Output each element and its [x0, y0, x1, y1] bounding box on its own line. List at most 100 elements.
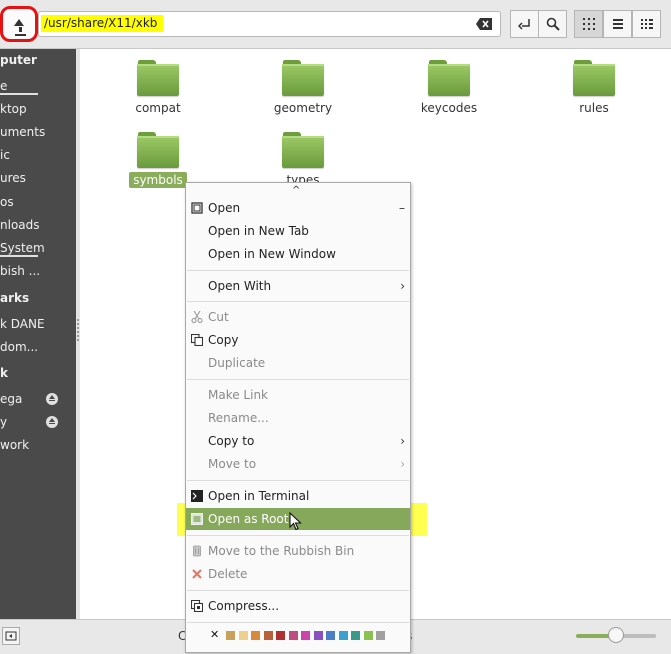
menu-item-label: Open as Root [208, 512, 289, 526]
folder-item[interactable]: compat [118, 60, 198, 116]
folder-icon [282, 132, 324, 168]
menu-item-label: Delete [208, 567, 248, 581]
folder-label: keycodes [420, 101, 478, 115]
menu-item-open-in-terminal[interactable]: Open in Terminal [186, 485, 410, 507]
emblem-color-swatch[interactable] [326, 631, 335, 640]
menu-item-open-new-tab[interactable]: Open in New Tab [186, 220, 410, 242]
list-view-button[interactable] [603, 10, 632, 38]
toggle-sidebar-button[interactable] [2, 627, 20, 645]
sidebar-item-music[interactable]: ic [0, 148, 10, 162]
go-up-button[interactable] [0, 6, 38, 42]
menu-item-copy-to[interactable]: Copy to › [186, 430, 410, 452]
sidebar-item-volume[interactable]: y [0, 415, 7, 429]
folder-item[interactable]: rules [554, 60, 634, 116]
menu-item-cut[interactable]: Cut [186, 306, 410, 328]
toggle-location-button[interactable] [510, 10, 539, 38]
sidebar-item-desktop[interactable]: ktop [0, 102, 27, 116]
emblem-color-swatch[interactable] [226, 631, 235, 640]
emblem-color-swatch[interactable] [251, 631, 260, 640]
sidebar-item-network[interactable]: work [0, 438, 29, 452]
open-icon [191, 202, 203, 214]
menu-item-shortcut: – [399, 201, 405, 215]
menu-item-open-new-window[interactable]: Open in New Window [186, 243, 410, 265]
menu-item-label: Rename... [208, 411, 269, 425]
sidebar-heading-bookmarks: arks [0, 291, 30, 305]
emblem-color-swatch[interactable] [313, 631, 323, 640]
menu-separator [187, 270, 409, 271]
sidebar-item-mega[interactable]: ega [0, 392, 22, 406]
folder-label: rules [579, 101, 609, 115]
compact-view-icon [640, 19, 653, 29]
menu-item-open[interactable]: Open – [186, 197, 410, 219]
chevron-right-icon: › [400, 434, 405, 448]
menu-item-make-link[interactable]: Make Link [186, 384, 410, 406]
terminal-icon [191, 490, 203, 502]
trash-icon [193, 545, 201, 557]
folder-item[interactable]: keycodes [409, 60, 489, 116]
location-bar[interactable]: /usr/share/X11/xkb [38, 11, 501, 37]
menu-separator [187, 622, 409, 623]
folder-item[interactable]: geometry [263, 60, 343, 116]
sidebar-item-file-system[interactable]: System [0, 241, 45, 257]
icon-view-button[interactable] [574, 10, 603, 38]
menu-separator [187, 301, 409, 302]
menu-item-move-to[interactable]: Move to › [186, 453, 410, 475]
remove-color-icon[interactable]: ✕ [210, 628, 219, 641]
folder-icon [137, 132, 179, 168]
emblem-color-swatch[interactable] [363, 631, 373, 640]
menu-item-label: Open in New Tab [208, 224, 309, 238]
emblem-color-swatch[interactable] [301, 631, 310, 640]
sidebar-item-pictures[interactable]: ures [0, 171, 26, 185]
menu-item-compress[interactable]: Compress... [186, 595, 410, 617]
folder-icon [137, 60, 179, 96]
menu-item-label: Open in New Window [208, 247, 336, 261]
sidebar-item-rubbish-bin[interactable]: bish ... [0, 264, 40, 278]
eject-icon[interactable] [46, 416, 58, 428]
folder-label: symbols [129, 172, 187, 188]
sidebar-item-bookmark-dom[interactable]: dom... [0, 340, 38, 354]
sidebar-item-videos[interactable]: os [0, 195, 14, 209]
sidebar-item-home[interactable]: e [0, 79, 38, 95]
folder-label: geometry [273, 101, 333, 115]
sidebar-item-documents[interactable]: uments [0, 125, 45, 139]
menu-item-open-with[interactable]: Open With › [186, 275, 410, 297]
search-button[interactable] [538, 10, 567, 38]
menu-item-label: Make Link [208, 388, 268, 402]
compact-view-button[interactable] [632, 10, 661, 38]
menu-item-label: Cut [208, 310, 229, 324]
menu-item-delete[interactable]: Delete [186, 563, 410, 585]
icon-view-icon [582, 18, 595, 30]
emblem-color-swatch[interactable] [376, 631, 385, 640]
menu-separator [187, 480, 409, 481]
menu-item-copy[interactable]: Copy [186, 329, 410, 351]
emblem-color-swatch[interactable] [238, 631, 248, 640]
emblem-color-swatch[interactable] [276, 631, 285, 640]
context-menu: ^ Open – Open in New Tab Open in New Win… [185, 182, 411, 653]
sidebar-item-downloads[interactable]: nloads [0, 218, 40, 232]
emblem-color-swatch[interactable] [338, 631, 348, 640]
sidebar-heading-computer: puter [0, 53, 37, 67]
eject-icon[interactable] [46, 393, 58, 405]
location-path[interactable]: /usr/share/X11/xkb [41, 15, 164, 32]
sidebar: puter e ktop uments ic ures os nloads Sy… [0, 49, 76, 619]
zoom-slider-knob[interactable] [608, 627, 624, 643]
menu-item-label: Duplicate [208, 356, 266, 370]
menu-separator [187, 379, 409, 380]
sidebar-item-bookmark-dane[interactable]: k DANE [0, 317, 45, 331]
toolbar: /usr/share/X11/xkb [0, 0, 671, 49]
emblem-color-swatch[interactable] [263, 631, 273, 640]
scroll-up-icon[interactable]: ^ [292, 185, 300, 196]
menu-item-label: Open [208, 201, 241, 215]
clear-icon[interactable] [476, 18, 492, 30]
search-icon [546, 17, 560, 31]
emblem-color-swatch[interactable] [351, 631, 360, 640]
folder-item-selected[interactable]: symbols [118, 132, 198, 188]
menu-item-rename[interactable]: Rename... [186, 407, 410, 429]
emblem-color-swatch[interactable] [288, 631, 298, 640]
folder-item[interactable]: types [263, 132, 343, 188]
sidebar-toggle-icon [5, 631, 17, 641]
compress-icon [191, 600, 203, 612]
menu-item-duplicate[interactable]: Duplicate [186, 352, 410, 374]
menu-item-move-to-rubbish-bin[interactable]: Move to the Rubbish Bin [186, 540, 410, 562]
menu-item-label: Copy [208, 333, 239, 347]
